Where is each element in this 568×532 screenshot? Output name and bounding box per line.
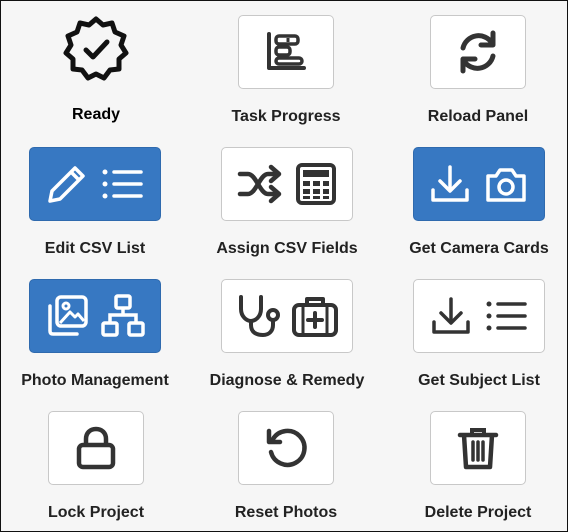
stethoscope-icon [239, 295, 280, 338]
camera-icon [486, 168, 526, 202]
delete-project-button[interactable] [430, 411, 526, 485]
bar-chart-icon [267, 32, 306, 70]
tile-label: Delete Project [424, 504, 532, 521]
diagnose-remedy-button[interactable] [221, 279, 353, 353]
download-icon [432, 297, 470, 334]
shuffle-icon [237, 164, 282, 204]
tile-label: Photo Management [21, 372, 169, 389]
calculator-icon [296, 163, 336, 205]
tile-label: Get Subject List [418, 372, 540, 389]
tile-label: Assign CSV Fields [216, 240, 358, 257]
tile-get-subject-list[interactable]: Get Subject List [413, 279, 545, 389]
list-icon [102, 169, 143, 199]
tile-lock-project[interactable]: Lock Project [48, 411, 144, 521]
tile-reload-panel[interactable]: Reload Panel [428, 15, 528, 125]
tile-get-camera-cards[interactable]: Get Camera Cards [409, 147, 549, 257]
tile-ready[interactable]: Ready [56, 13, 136, 123]
edit-csv-list-button[interactable] [29, 147, 161, 221]
reset-photos-button[interactable] [238, 411, 334, 485]
pencil-icon [48, 166, 85, 203]
lock-icon [76, 426, 116, 470]
assign-csv-fields-button[interactable] [221, 147, 353, 221]
lock-project-button[interactable] [48, 411, 144, 485]
tile-delete-project[interactable]: Delete Project [425, 411, 531, 521]
ready-button[interactable] [56, 13, 136, 85]
tile-label: Reload Panel [427, 108, 529, 125]
tile-label: Diagnose & Remedy [209, 372, 365, 389]
list-icon [486, 301, 527, 331]
tile-photo-management[interactable]: Photo Management [21, 279, 169, 389]
tile-task-progress[interactable]: Task Progress [231, 15, 341, 125]
tile-label: Get Camera Cards [409, 240, 549, 257]
undo-icon [266, 428, 307, 468]
tile-label: Edit CSV List [44, 240, 146, 257]
tile-label: Lock Project [47, 504, 145, 521]
sitemap-icon [101, 294, 145, 337]
medkit-icon [292, 297, 338, 337]
tile-label: Reset Photos [234, 504, 338, 521]
images-icon [48, 295, 88, 336]
tile-reset-photos[interactable]: Reset Photos [235, 411, 337, 521]
tile-label: Task Progress [231, 108, 341, 125]
download-icon [431, 165, 469, 202]
tile-edit-csv-list[interactable]: Edit CSV List [29, 147, 161, 257]
reload-panel-button[interactable] [430, 15, 526, 89]
get-camera-cards-button[interactable] [413, 147, 545, 221]
photo-management-button[interactable] [29, 279, 161, 353]
get-subject-list-button[interactable] [413, 279, 545, 353]
refresh-icon [460, 30, 496, 74]
tile-assign-csv-fields[interactable]: Assign CSV Fields [216, 147, 358, 257]
tile-diagnose-remedy[interactable]: Diagnose & Remedy [210, 279, 364, 389]
action-panel: Ready Task Progress Reload Panel Edit CS… [0, 0, 568, 532]
task-progress-button[interactable] [238, 15, 334, 89]
trash-icon [457, 428, 499, 470]
badge-check-icon [63, 16, 129, 81]
tile-label: Ready [71, 106, 121, 123]
